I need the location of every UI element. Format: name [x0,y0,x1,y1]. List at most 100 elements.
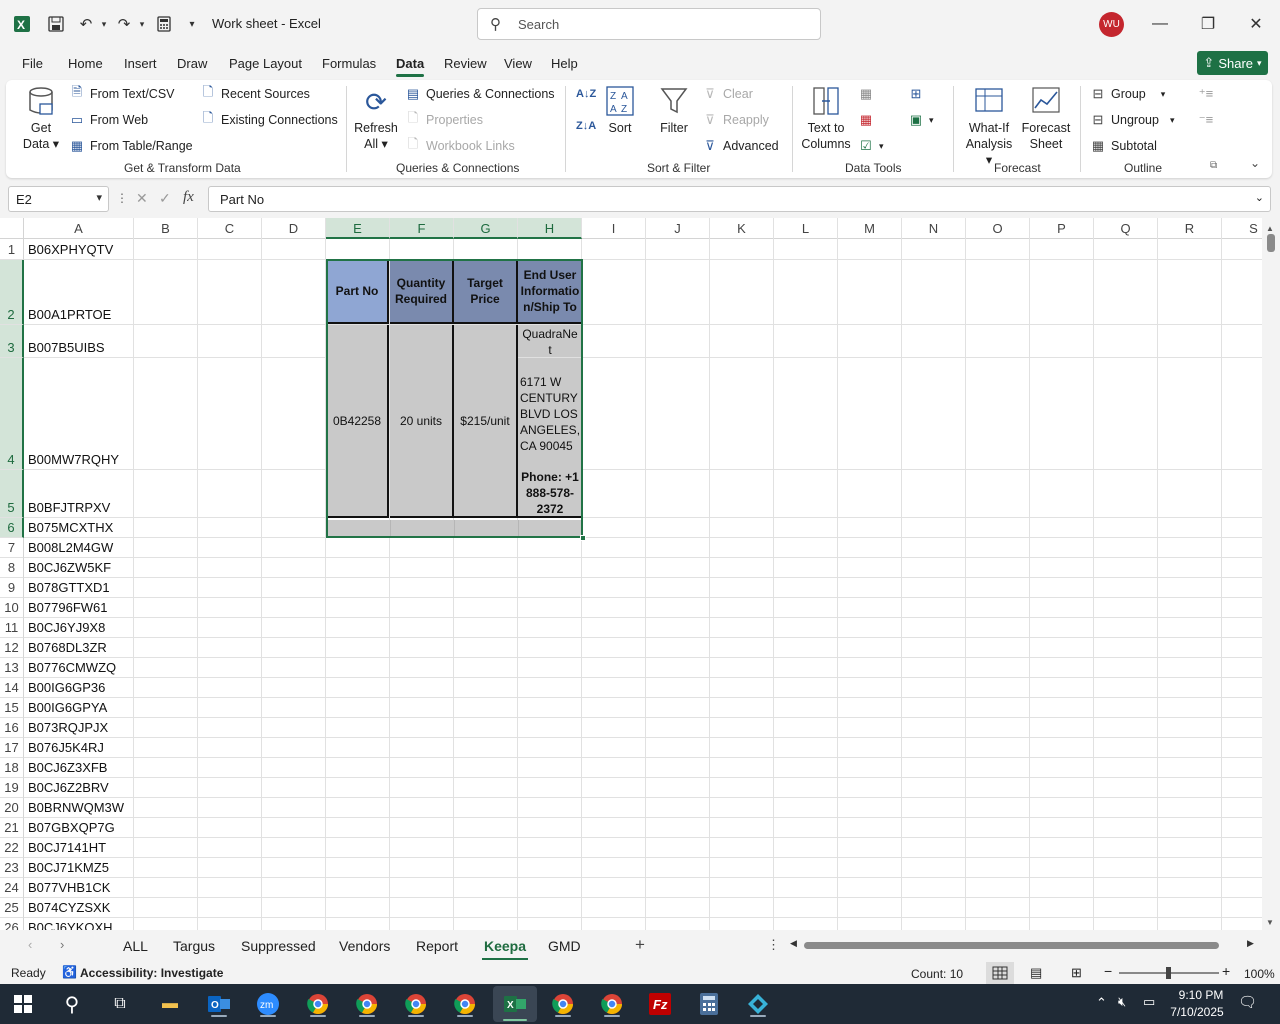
scroll-left-icon[interactable]: ◀ [790,938,797,949]
scroll-up-icon[interactable]: ▲ [1266,224,1274,233]
row-header[interactable]: 12 [0,638,24,658]
column-header-p[interactable]: P [1030,218,1094,239]
close-icon[interactable]: ✕ [1241,10,1271,38]
taskbar-search-icon[interactable]: ⚲ [57,990,87,1018]
row-header[interactable]: 8 [0,558,24,578]
name-box[interactable]: E2 ▾ [8,186,109,212]
get-data-button[interactable]: Get Data ▾ [20,86,62,152]
chrome-profile-1-icon[interactable] [303,990,333,1018]
workbook-links-button[interactable]: 🗋 Workbook Links [405,136,515,154]
selected-table[interactable]: Part No Quantity Required Target Price E… [326,259,586,541]
sort-button[interactable]: ZAAZ Sort [602,86,638,136]
add-sheet-icon[interactable]: + [635,935,645,955]
column-header-j[interactable]: J [646,218,710,239]
row-header[interactable]: 10 [0,598,24,618]
undo-dropdown-icon[interactable]: ▾ [94,14,114,34]
reapply-button[interactable]: ⊽ Reapply [702,112,769,128]
task-view-icon[interactable]: ⧉ [105,990,135,1018]
flash-fill-button[interactable]: ▦ [858,86,874,102]
cell-a[interactable]: B075MCXTHX [28,520,113,535]
queries-connections-button[interactable]: ▤ Queries & Connections [405,86,555,102]
column-header-o[interactable]: O [966,218,1030,239]
tab-review[interactable]: Review [444,56,487,71]
sheet-tab-suppressed[interactable]: Suppressed [241,938,316,954]
column-header-c[interactable]: C [198,218,262,239]
column-header-f[interactable]: F [390,218,454,239]
cell-target-price[interactable]: $215/unit [454,325,518,518]
clock-time[interactable]: 9:10 PM [1173,988,1229,1002]
cell-a[interactable]: B0CJ6ZW5KF [28,560,111,575]
volume-muted-icon[interactable]: 🔇︎ [1118,994,1126,1010]
app-diamond-icon[interactable] [743,990,773,1018]
chrome-profile-5-icon[interactable] [548,990,578,1018]
ungroup-button[interactable]: ⊟ Ungroup ▾ [1090,112,1175,128]
cell-a[interactable]: B073RQJPJX [28,720,108,735]
restore-icon[interactable]: ❐ [1193,10,1223,38]
consolidate-button[interactable]: ⊞ [908,86,924,102]
expand-formula-icon[interactable]: ⌄ [1255,191,1264,204]
refresh-all-button[interactable]: ⟳ Refresh All ▾ [352,86,400,152]
normal-view-icon[interactable] [986,962,1014,984]
cell-a[interactable]: B0BRNWQM3W [28,800,124,815]
from-web-button[interactable]: ▭ From Web [69,112,148,128]
row-header[interactable]: 21 [0,818,24,838]
cell-a[interactable]: B00MW7RQHY [28,452,119,467]
sheet-tab-gmd[interactable]: GMD [548,938,581,954]
recent-sources-button[interactable]: 🗋 Recent Sources [200,84,310,102]
column-header-e[interactable]: E [326,218,390,239]
existing-connections-button[interactable]: 🗋 Existing Connections [200,110,338,128]
row-header[interactable]: 14 [0,678,24,698]
formula-input[interactable]: Part No ⌄ [208,186,1271,212]
row-header[interactable]: 19 [0,778,24,798]
data-model-button[interactable]: ▣ ▾ [908,112,934,128]
cell-a[interactable]: B00IG6GPYA [28,700,107,715]
cell-a[interactable]: B077VHB1CK [28,880,110,895]
from-table-range-button[interactable]: ▦ From Table/Range [69,138,193,154]
header-part-no[interactable]: Part No [327,260,389,324]
cell-a[interactable]: B074CYZSXK [28,900,110,915]
sheet-tab-targus[interactable]: Targus [173,938,215,954]
zoom-out-icon[interactable]: − [1104,963,1112,979]
customize-toolbar-icon[interactable]: ▾ [182,14,202,34]
show-detail-button[interactable]: ⁺≡ [1198,86,1214,102]
enter-icon[interactable]: ✓ [159,190,171,207]
column-header-r[interactable]: R [1158,218,1222,239]
cell-a[interactable]: B0CJ71KMZ5 [28,860,109,875]
row-header[interactable]: 20 [0,798,24,818]
row-header[interactable]: 24 [0,878,24,898]
notifications-icon[interactable]: 🗨︎ [1238,993,1257,1011]
cell-ship-address[interactable]: 6171 W CENTURY BLVD LOS ANGELES, CA 9004… [518,357,582,469]
column-header-i[interactable]: I [582,218,646,239]
chrome-profile-2-icon[interactable] [352,990,382,1018]
search-box[interactable]: ⚲ Search [477,8,821,40]
more-options-icon[interactable]: ⋮ [116,191,128,205]
cell-a[interactable]: B0776CMWZQ [28,660,116,675]
chrome-profile-6-icon[interactable] [597,990,627,1018]
user-avatar[interactable]: WU [1099,12,1124,37]
row-header[interactable]: 3 [0,325,24,358]
cell-a[interactable]: B0CJ7141HT [28,840,106,855]
column-header-h[interactable]: H [518,218,582,239]
column-header-b[interactable]: B [134,218,198,239]
column-header-n[interactable]: N [902,218,966,239]
row-header[interactable]: 2 [0,260,24,325]
tab-view[interactable]: View [504,56,532,71]
tab-insert[interactable]: Insert [124,56,157,71]
sheet-tab-report[interactable]: Report [416,938,458,954]
row-header[interactable]: 7 [0,538,24,558]
file-explorer-icon[interactable]: ▬ [155,990,185,1018]
tab-file[interactable]: File [22,56,43,71]
tab-data[interactable]: Data [396,56,425,77]
from-text-csv-button[interactable]: 🗎 From Text/CSV [69,84,175,102]
tab-home[interactable]: Home [68,56,103,71]
prev-sheet-icon[interactable]: ‹ [28,937,32,952]
worksheet-grid[interactable]: ABCDEFGHIJKLMNOPQRS 1 B06XPHYQTV 2 B00A1PRT… [0,218,1262,930]
cell-a[interactable]: B06XPHYQTV [28,242,113,257]
row-header[interactable]: 26 [0,918,24,930]
excel-taskbar-icon[interactable]: X [493,986,537,1022]
cell-quantity[interactable]: 20 units [390,325,454,518]
tab-formulas[interactable]: Formulas [322,56,376,71]
zoom-level[interactable]: 100% [1244,967,1275,981]
column-header-m[interactable]: M [838,218,902,239]
chrome-profile-4-icon[interactable] [450,990,480,1018]
